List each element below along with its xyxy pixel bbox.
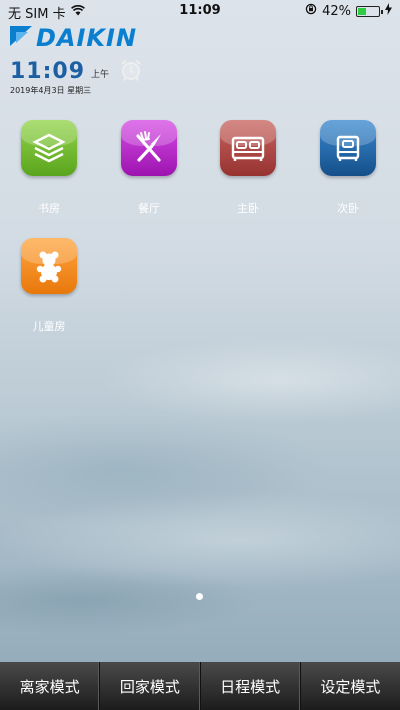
battery-icon xyxy=(356,5,383,17)
battery-percent: 42% xyxy=(322,3,351,19)
home-mode-button[interactable]: 回家模式 xyxy=(100,662,201,710)
clock-time: 11:09 xyxy=(10,59,86,84)
room-label: 主卧 xyxy=(237,202,259,215)
away-mode-button[interactable]: 离家模式 xyxy=(0,662,101,710)
room-label: 次卧 xyxy=(337,202,359,215)
settings-mode-button[interactable]: 设定模式 xyxy=(301,662,400,710)
double-bed-icon xyxy=(220,120,276,176)
date-text: 2019年4月3日 星期三 xyxy=(10,86,92,95)
room-tile-master-bedroom[interactable]: 主卧 xyxy=(208,120,288,216)
rotation-lock-icon xyxy=(305,3,317,19)
room-tile-dining[interactable]: 餐厅 xyxy=(109,120,189,216)
brand-name: DAIKIN xyxy=(36,24,138,52)
room-tile-kids-room[interactable]: 儿童房 xyxy=(9,238,89,334)
room-label: 儿童房 xyxy=(32,320,66,333)
am-pm-label: 上午 xyxy=(91,70,110,80)
mode-bar: 离家模式 回家模式 日程模式 设定模式 xyxy=(0,662,400,710)
fork-knife-icon xyxy=(121,120,177,176)
room-tile-study[interactable]: 书房 xyxy=(9,120,89,216)
room-label: 书房 xyxy=(38,202,60,215)
page-indicator-dot[interactable] xyxy=(196,593,203,600)
alarm-clock-icon[interactable] xyxy=(119,58,143,86)
clock-widget: 11:09 上午 xyxy=(10,58,143,84)
status-right: 42% xyxy=(305,3,392,19)
room-tile-second-bedroom[interactable]: 次卧 xyxy=(308,120,388,216)
schedule-mode-button[interactable]: 日程模式 xyxy=(201,662,301,710)
daikin-logo: DAIKIN xyxy=(8,24,137,52)
daikin-mark-icon xyxy=(8,24,34,52)
layers-icon xyxy=(21,120,77,176)
room-label: 餐厅 xyxy=(138,202,160,215)
teddy-bear-icon xyxy=(21,238,77,294)
single-bed-icon xyxy=(320,120,376,176)
charging-icon xyxy=(385,3,392,19)
status-bar: 无 SIM 卡 11:09 42% xyxy=(0,0,400,22)
